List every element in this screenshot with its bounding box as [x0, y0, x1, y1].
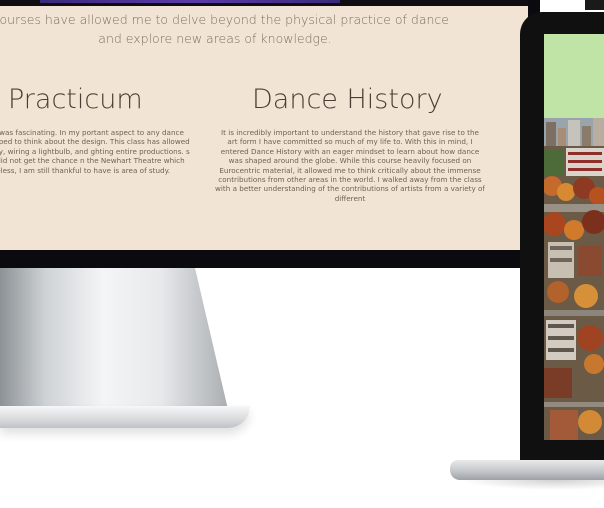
laptop-top-strip	[585, 0, 604, 10]
header-glow	[40, 0, 340, 3]
laptop-page-header	[544, 34, 604, 118]
intro-text: e courses have allowed me to delve beyon…	[0, 12, 449, 46]
monitor-stand	[0, 268, 260, 434]
city-aerial-image	[544, 118, 604, 440]
practicum-body: o course was fascinating. In my portant …	[0, 128, 190, 175]
laptop-screen	[544, 34, 604, 440]
laptop-shadow	[460, 480, 604, 490]
monitor-stand-neck	[0, 268, 230, 418]
dance-history-title: Dance History	[252, 84, 443, 115]
practicum-title: Practicum	[8, 84, 143, 115]
laptop-base	[450, 460, 604, 480]
monitor-stand-base	[0, 406, 250, 428]
laptop	[440, 0, 604, 508]
